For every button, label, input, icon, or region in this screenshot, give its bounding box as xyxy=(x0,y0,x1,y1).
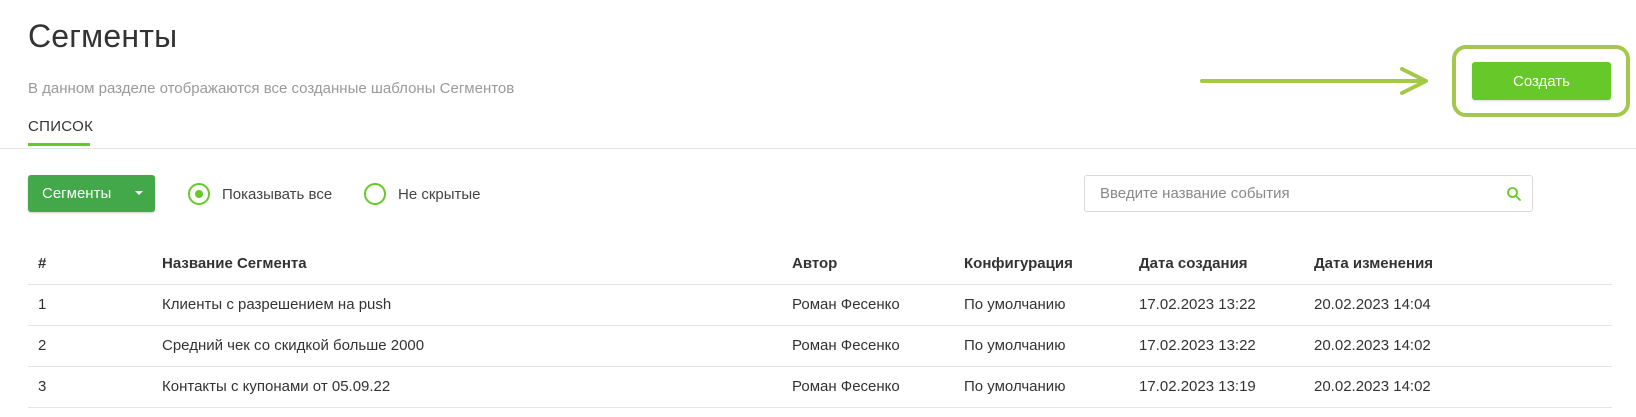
radio-not-hidden-label: Не скрытые xyxy=(398,185,481,203)
column-header-configuration[interactable]: Конфигурация xyxy=(954,244,1129,285)
cell-configuration: По умолчанию xyxy=(954,325,1129,367)
cell-number: 3 xyxy=(28,366,152,408)
column-header-author[interactable]: Автор xyxy=(782,244,954,285)
cell-created: 17.02.2023 13:22 xyxy=(1129,284,1304,326)
cell-author: Роман Фесенко xyxy=(782,325,954,367)
cell-modified: 20.02.2023 14:02 xyxy=(1304,366,1612,408)
cell-modified: 20.02.2023 14:04 xyxy=(1304,284,1612,326)
segments-dropdown-button[interactable]: Сегменты xyxy=(28,175,155,212)
cell-modified: 20.02.2023 14:02 xyxy=(1304,325,1612,367)
tab-active-indicator xyxy=(28,143,90,146)
table-row[interactable]: 2 Средний чек со скидкой больше 2000 Ром… xyxy=(28,325,1612,367)
segments-table: # Название Сегмента Автор Конфигурация Д… xyxy=(28,244,1612,408)
cell-segment-name[interactable]: Контакты с купонами от 05.09.22 xyxy=(152,366,782,408)
column-header-created[interactable]: Дата создания xyxy=(1129,244,1304,285)
cell-author: Роман Фесенко xyxy=(782,284,954,326)
cell-configuration: По умолчанию xyxy=(954,366,1129,408)
search-box xyxy=(1084,175,1533,212)
segments-dropdown-label: Сегменты xyxy=(42,185,112,202)
tab-list[interactable]: СПИСОК xyxy=(28,118,93,142)
radio-not-hidden[interactable]: Не скрытые xyxy=(364,183,481,205)
cell-created: 17.02.2023 13:19 xyxy=(1129,366,1304,408)
cell-segment-name[interactable]: Средний чек со скидкой больше 2000 xyxy=(152,325,782,367)
search-icon[interactable] xyxy=(1506,186,1522,202)
cell-created: 17.02.2023 13:22 xyxy=(1129,325,1304,367)
cell-author: Роман Фесенко xyxy=(782,366,954,408)
cell-number: 2 xyxy=(28,325,152,367)
radio-selected-dot xyxy=(195,190,203,198)
radio-not-hidden-circle[interactable] xyxy=(364,183,386,205)
column-header-name[interactable]: Название Сегмента xyxy=(152,244,782,285)
cell-number: 1 xyxy=(28,284,152,326)
create-button[interactable]: Создать xyxy=(1472,62,1611,100)
column-header-number[interactable]: # xyxy=(28,244,152,285)
page-subtitle: В данном разделе отображаются все создан… xyxy=(28,80,515,97)
page-title: Сегменты xyxy=(28,18,178,54)
cell-segment-name[interactable]: Клиенты с разрешением на push xyxy=(152,284,782,326)
radio-show-all[interactable]: Показывать все xyxy=(188,183,332,205)
cell-configuration: По умолчанию xyxy=(954,284,1129,326)
chevron-down-icon xyxy=(135,191,143,195)
header-divider xyxy=(0,148,1636,149)
column-header-modified[interactable]: Дата изменения xyxy=(1304,244,1612,285)
radio-show-all-circle[interactable] xyxy=(188,183,210,205)
search-input[interactable] xyxy=(1085,176,1506,211)
table-row[interactable]: 3 Контакты с купонами от 05.09.22 Роман … xyxy=(28,366,1612,408)
table-row[interactable]: 1 Клиенты с разрешением на push Роман Фе… xyxy=(28,284,1612,326)
radio-show-all-label: Показывать все xyxy=(222,185,333,203)
arrow-right-icon xyxy=(1200,67,1428,95)
table-header-row: # Название Сегмента Автор Конфигурация Д… xyxy=(28,244,1612,285)
